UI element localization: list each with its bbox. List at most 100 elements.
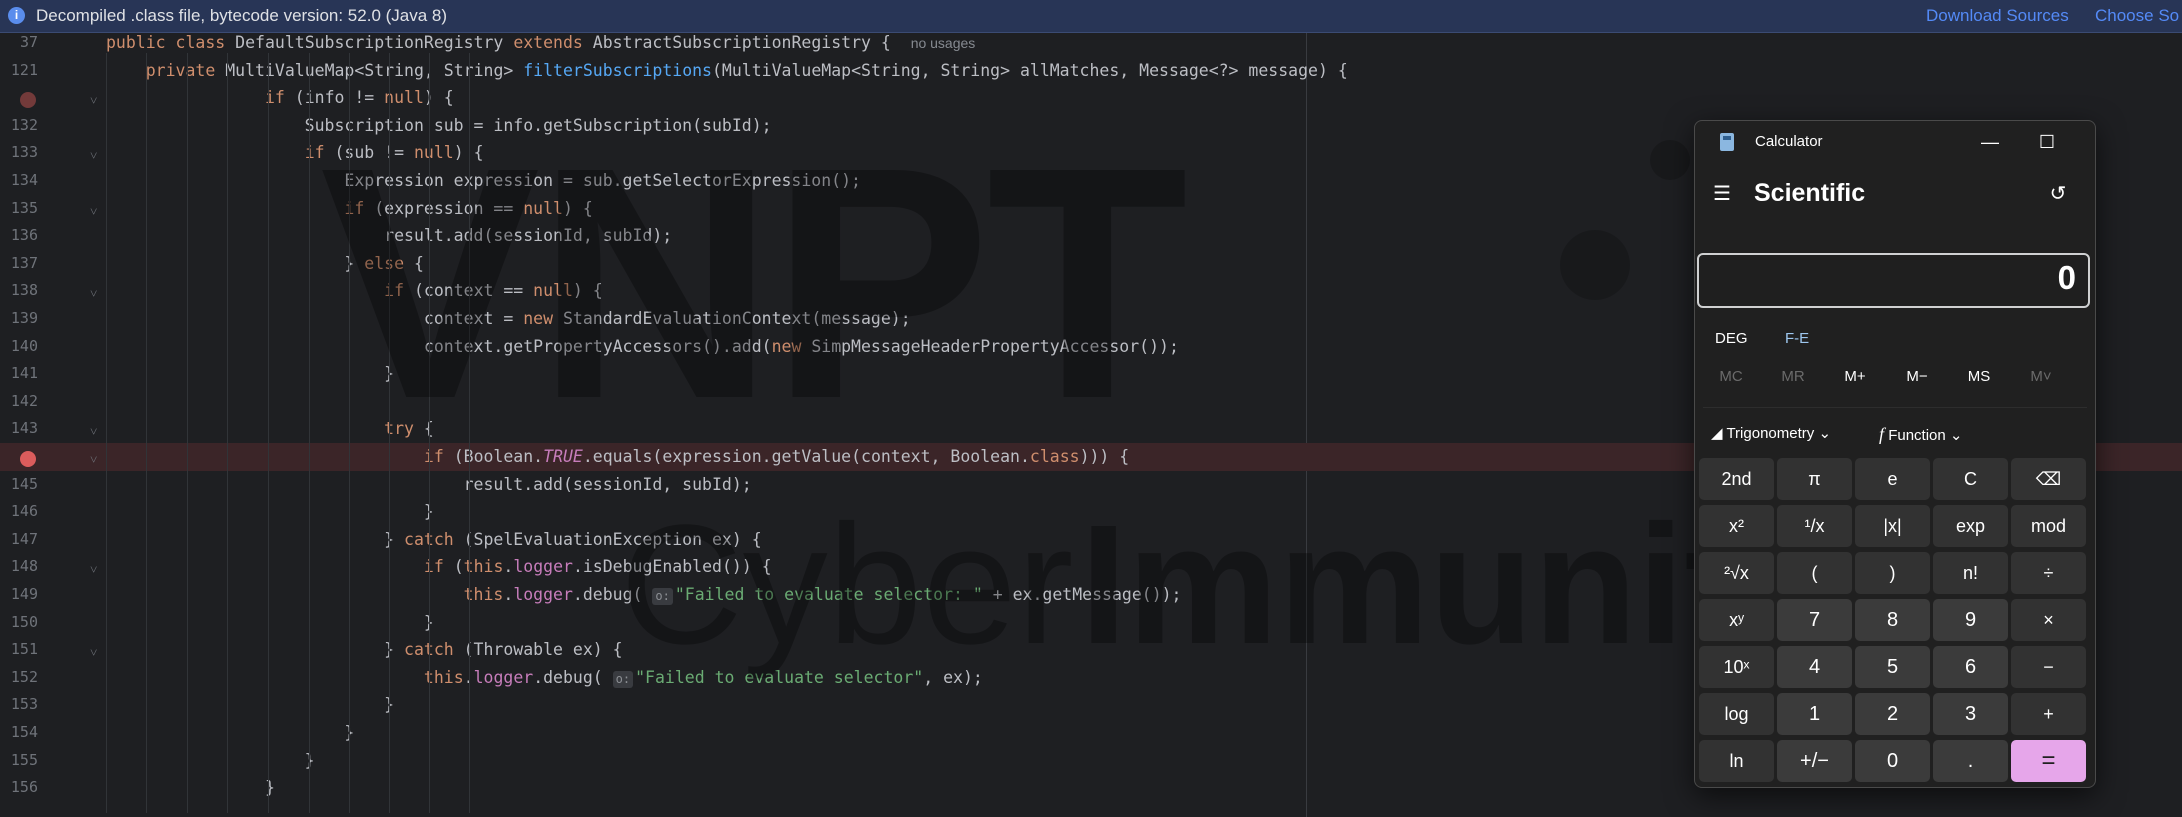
memory-button[interactable]: M− xyxy=(1889,368,1945,385)
mode-header: ☰ Scientific ↺ xyxy=(1695,169,2095,219)
download-sources-link[interactable]: Download Sources xyxy=(1926,6,2069,26)
key-button[interactable]: +/− xyxy=(1777,740,1852,782)
line-number: 143 xyxy=(10,419,38,438)
line-number: 154 xyxy=(10,723,38,741)
watermark-node xyxy=(1560,230,1630,300)
line-number: 155 xyxy=(10,750,38,769)
line-number: 139 xyxy=(10,309,38,327)
breakpoint-icon[interactable] xyxy=(20,92,36,109)
key-button[interactable]: 8 xyxy=(1855,599,1930,641)
code-line[interactable]: 37 public class DefaultSubscriptionRegist… xyxy=(0,33,2182,57)
indent-guide xyxy=(227,53,228,813)
line-number: 142 xyxy=(10,391,38,410)
key-button[interactable]: − xyxy=(2011,646,2086,688)
key-button[interactable]: exp xyxy=(1933,505,2008,547)
key-button[interactable]: xʸ xyxy=(1699,599,1774,641)
display-value: 0 xyxy=(2057,259,2076,296)
key-button[interactable]: 10ˣ xyxy=(1699,646,1774,688)
function-dropdown[interactable]: f Function ⌄ xyxy=(1879,424,1962,445)
key-button[interactable]: 6 xyxy=(1933,646,2008,688)
function-icon: f xyxy=(1879,424,1885,444)
mode-title: Scientific xyxy=(1754,179,1866,207)
key-button[interactable]: 3 xyxy=(1933,693,2008,735)
indent-guide xyxy=(268,53,269,813)
key-button[interactable]: C xyxy=(1933,458,2008,500)
indent-guide xyxy=(349,53,350,813)
history-icon[interactable]: ↺ xyxy=(2045,181,2071,207)
calculator-display: 0 xyxy=(1697,253,2090,308)
key-button[interactable]: = xyxy=(2011,740,2086,782)
line-number: 141 xyxy=(10,364,38,383)
line-number: 152 xyxy=(10,667,38,686)
line-number: 136 xyxy=(10,226,38,245)
code-line[interactable]: 121 private MultiValueMap<String, String… xyxy=(0,57,2182,85)
code-text: } else { xyxy=(106,253,424,273)
line-number: 138 xyxy=(10,281,38,300)
key-button[interactable]: 4 xyxy=(1777,646,1852,688)
key-button[interactable]: x² xyxy=(1699,505,1774,547)
code-text: } xyxy=(106,612,434,632)
key-button[interactable]: 7 xyxy=(1777,599,1852,641)
key-button[interactable]: 2 xyxy=(1855,693,1930,735)
breakpoint-icon[interactable] xyxy=(20,451,36,467)
menu-icon[interactable]: ☰ xyxy=(1711,183,1733,205)
key-button[interactable]: ⌫ xyxy=(2011,458,2086,500)
key-button[interactable]: ) xyxy=(1855,552,1930,594)
memory-button[interactable]: M+ xyxy=(1827,368,1883,385)
angle-row: DEG F-E xyxy=(1695,325,2095,355)
line-number: 137 xyxy=(10,253,38,272)
code-text: if (info != null) { xyxy=(264,88,454,108)
key-button[interactable]: 2nd xyxy=(1699,458,1774,500)
line-number: 148 xyxy=(10,557,38,576)
chevron-down-icon: ⌄ xyxy=(1818,425,1832,442)
key-button[interactable]: 5 xyxy=(1855,646,1930,688)
code-text: } catch (Throwable ex) { xyxy=(106,640,623,660)
code-text: Subscription sub = info.getSubscription(… xyxy=(106,115,772,135)
key-button[interactable]: ÷ xyxy=(2011,552,2086,594)
function-label: Function xyxy=(1888,427,1946,444)
line-number: 150 xyxy=(10,612,38,631)
calculator-window[interactable]: Calculator — ☐ ✕ ☰ Scientific ↺ 0 DEG F-… xyxy=(1694,120,2096,788)
deg-button[interactable]: DEG xyxy=(1715,330,1748,347)
calculator-titlebar[interactable]: Calculator — ☐ ✕ xyxy=(1695,121,2095,163)
close-icon[interactable]: ✕ xyxy=(2083,127,2095,157)
line-number: 146 xyxy=(10,502,38,521)
code-text: public class DefaultSubscriptionRegistry… xyxy=(106,33,976,52)
key-button[interactable]: ln xyxy=(1699,740,1774,782)
key-button[interactable]: e xyxy=(1855,458,1930,500)
indent-guide xyxy=(389,53,390,813)
watermark-node xyxy=(1650,140,1690,180)
key-button[interactable]: ( xyxy=(1777,552,1852,594)
key-button[interactable]: . xyxy=(1933,740,2008,782)
key-button[interactable]: ¹/x xyxy=(1777,505,1852,547)
key-button[interactable]: + xyxy=(2011,693,2086,735)
key-button[interactable]: log xyxy=(1699,693,1774,735)
memory-button[interactable]: MS xyxy=(1951,368,2007,385)
trigonometry-label: Trigonometry xyxy=(1726,425,1815,442)
key-button[interactable]: π xyxy=(1777,458,1852,500)
fe-button[interactable]: F-E xyxy=(1785,330,1809,347)
trigonometry-dropdown[interactable]: ◢ Trigonometry ⌄ xyxy=(1711,424,1831,442)
minimize-icon[interactable]: — xyxy=(1970,127,2010,157)
memory-button[interactable]: M˅ xyxy=(2013,368,2069,385)
key-button[interactable]: mod xyxy=(2011,505,2086,547)
key-button[interactable]: |x| xyxy=(1855,505,1930,547)
line-number: 132 xyxy=(10,115,38,134)
key-button[interactable]: 0 xyxy=(1855,740,1930,782)
key-button[interactable]: 1 xyxy=(1777,693,1852,735)
memory-button[interactable]: MR xyxy=(1765,368,1821,385)
memory-button[interactable]: MC xyxy=(1703,368,1759,385)
key-button[interactable]: ²√x xyxy=(1699,552,1774,594)
code-line[interactable]: ˅ if (info != null) { xyxy=(0,84,2182,112)
choose-sources-link[interactable]: Choose So xyxy=(2095,6,2179,26)
key-button[interactable]: × xyxy=(2011,599,2086,641)
key-button[interactable]: n! xyxy=(1933,552,2008,594)
key-button[interactable]: 9 xyxy=(1933,599,2008,641)
line-number: 134 xyxy=(10,171,38,189)
maximize-icon[interactable]: ☐ xyxy=(2027,127,2067,157)
code-text: this.logger.debug( o:"Failed to evaluate… xyxy=(423,667,983,688)
indent-guide xyxy=(106,53,107,813)
line-number: 135 xyxy=(10,198,38,217)
function-row: ◢ Trigonometry ⌄ f Function ⌄ xyxy=(1695,418,2095,452)
code-text: try { xyxy=(384,419,434,439)
